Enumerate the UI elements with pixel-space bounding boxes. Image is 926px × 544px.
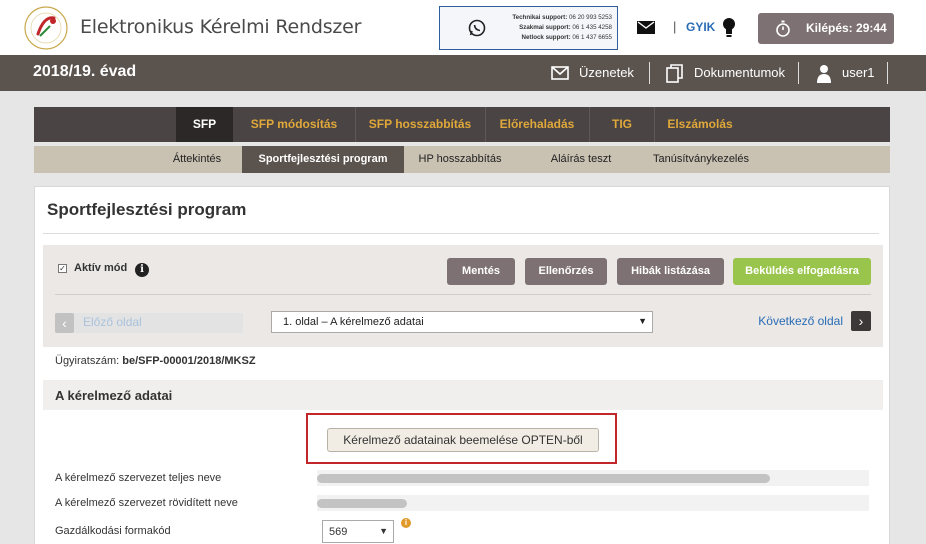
case-number-value: be/SFP-00001/2018/MKSZ xyxy=(122,355,256,367)
nav-divider xyxy=(887,62,888,84)
gyik-link[interactable]: GYIK xyxy=(686,20,715,34)
section-title: A kérelmező adatai xyxy=(55,388,173,403)
nav-divider xyxy=(798,62,799,84)
stopwatch-icon xyxy=(776,20,790,37)
support-value: 06 1 435 4258 xyxy=(572,24,612,31)
header-divider: | xyxy=(673,19,677,34)
form-panel: Sportfejlesztési program ✓ Aktív mód i M… xyxy=(34,186,890,544)
next-page-label: Következő oldal xyxy=(758,314,843,328)
subtab-alairas-teszt[interactable]: Aláírás teszt xyxy=(540,146,622,173)
subtab-tanusitvanykezeles[interactable]: Tanúsítványkezelés xyxy=(644,146,758,173)
logout-button[interactable]: Kilépés: 29:44 xyxy=(758,13,894,44)
chevron-right-icon: › xyxy=(851,311,871,331)
redacted-text xyxy=(317,474,770,483)
support-label: Technikai support: xyxy=(512,14,568,21)
federation-logo-icon xyxy=(24,6,68,50)
form-toolbar: ✓ Aktív mód i Mentés Ellenőrzés Hibák li… xyxy=(43,245,883,347)
check-button[interactable]: Ellenőrzés xyxy=(525,258,607,285)
support-box: Technikai support: 06 20 993 5253 Szakma… xyxy=(439,6,618,50)
section-header: A kérelmező adatai xyxy=(43,380,883,410)
page-select-value: 1. oldal – A kérelmező adatai xyxy=(283,316,424,328)
opten-import-button[interactable]: Kérelmező adatainak beemelése OPTEN-ből xyxy=(327,428,599,452)
full-name-field[interactable] xyxy=(317,470,869,486)
messages-link[interactable]: Üzenetek xyxy=(579,65,634,80)
tab-elorehaladas[interactable]: Előrehaladás xyxy=(486,107,588,142)
envelope-icon[interactable] xyxy=(637,21,655,34)
short-name-field[interactable] xyxy=(317,495,869,511)
season-bar: 2018/19. évad Üzenetek Dokumentumok user… xyxy=(0,55,926,91)
documents-link[interactable]: Dokumentumok xyxy=(694,65,785,80)
page-title: Sportfejlesztési program xyxy=(47,200,247,219)
tab-sfp[interactable]: SFP xyxy=(176,107,233,142)
caret-down-icon: ▼ xyxy=(638,316,647,326)
short-name-label: A kérelmező szervezet rövidített neve xyxy=(55,497,238,509)
info-icon[interactable]: i xyxy=(401,518,411,528)
aktiv-mode-checkbox[interactable]: ✓ xyxy=(58,264,67,273)
prev-page-label: Előző oldal xyxy=(83,315,142,329)
save-button[interactable]: Mentés xyxy=(447,258,515,285)
economic-form-label: Gazdálkodási formakód xyxy=(55,525,171,537)
logout-label: Kilépés: 29:44 xyxy=(806,21,887,35)
case-number: Ügyiratszám: be/SFP-00001/2018/MKSZ xyxy=(55,355,256,367)
submit-button[interactable]: Beküldés elfogadásra xyxy=(733,258,871,285)
chevron-left-icon: ‹ xyxy=(55,313,74,333)
divider xyxy=(55,294,871,295)
divider xyxy=(43,233,879,234)
documents-icon xyxy=(666,64,683,83)
user-menu[interactable]: user1 xyxy=(842,65,875,80)
prev-page-button[interactable]: ‹ Előző oldal xyxy=(55,313,243,333)
subtab-hp-hosszabbitas[interactable]: HP hosszabbítás xyxy=(412,146,508,173)
top-header: Elektronikus Kérelmi Rendszer Technikai … xyxy=(0,0,926,55)
support-value: 06 20 993 5253 xyxy=(568,14,612,21)
caret-down-icon: ▼ xyxy=(379,526,388,536)
case-number-label: Ügyiratszám: xyxy=(55,355,120,367)
redacted-text xyxy=(317,499,407,508)
whatsapp-icon xyxy=(468,19,486,37)
tab-elszamolas[interactable]: Elszámolás xyxy=(655,107,745,142)
sub-tab-bar: Áttekintés Sportfejlesztési program HP h… xyxy=(34,146,890,173)
user-icon xyxy=(817,65,831,83)
full-name-label: A kérelmező szervezet teljes neve xyxy=(55,472,222,484)
tab-sfp-hosszabbitas[interactable]: SFP hosszabbítás xyxy=(356,107,484,142)
subtab-attekintes[interactable]: Áttekintés xyxy=(160,146,234,173)
tab-sfp-modositas[interactable]: SFP módosítás xyxy=(233,107,355,142)
next-page-button[interactable]: Következő oldal › xyxy=(751,311,871,333)
aktiv-mode-label: Aktív mód xyxy=(74,262,128,274)
support-label: Szakmai support: xyxy=(519,24,571,31)
list-errors-button[interactable]: Hibák listázása xyxy=(617,258,724,285)
support-lines: Technikai support: 06 20 993 5253 Szakma… xyxy=(512,13,612,43)
support-value: 06 1 437 6655 xyxy=(572,34,612,41)
support-label: Netlock support: xyxy=(521,34,571,41)
page-select[interactable]: 1. oldal – A kérelmező adatai ▼ xyxy=(271,311,653,333)
messages-icon xyxy=(551,66,569,80)
main-tab-bar: SFP SFP módosítás SFP hosszabbítás Előre… xyxy=(34,107,890,142)
subtab-sportfejlesztesi-program[interactable]: Sportfejlesztési program xyxy=(242,146,404,173)
tab-tig[interactable]: TIG xyxy=(590,107,654,142)
info-icon[interactable]: i xyxy=(135,263,149,277)
app-title: Elektronikus Kérelmi Rendszer xyxy=(80,16,362,38)
economic-form-select[interactable]: 569 ▼ xyxy=(322,520,394,543)
season-label: 2018/19. évad xyxy=(33,63,137,80)
nav-divider xyxy=(649,62,650,84)
opten-highlight-frame: Kérelmező adatainak beemelése OPTEN-ből xyxy=(306,413,617,464)
economic-form-value: 569 xyxy=(329,526,348,538)
lightbulb-icon[interactable] xyxy=(722,17,736,39)
